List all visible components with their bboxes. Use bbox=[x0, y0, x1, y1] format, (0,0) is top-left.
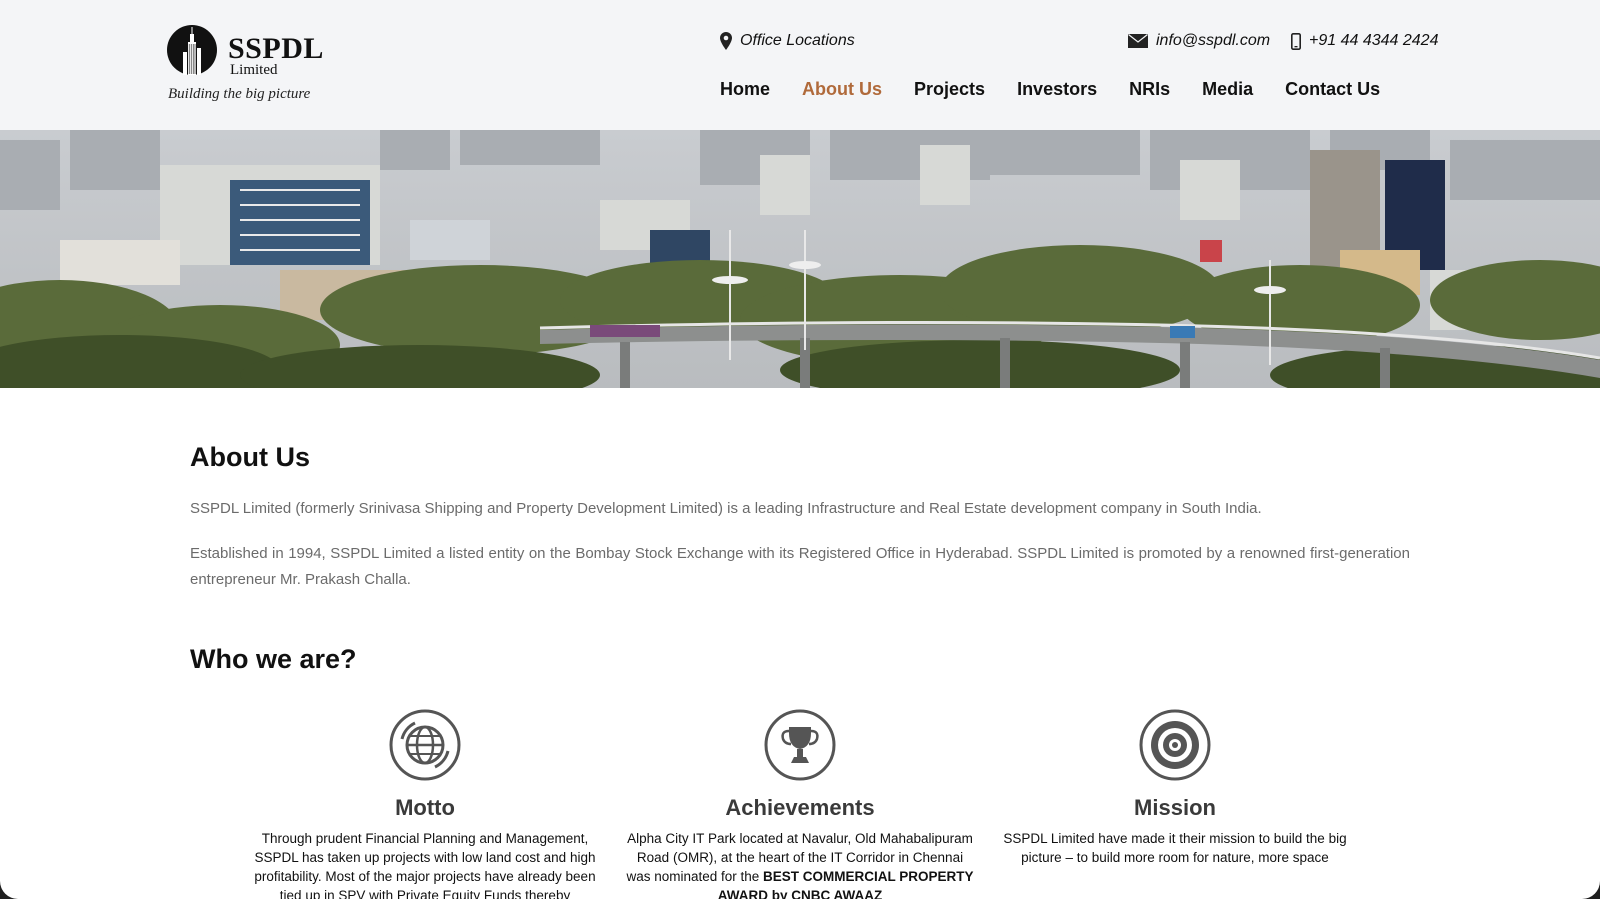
nav-projects[interactable]: Projects bbox=[914, 79, 985, 100]
about-heading: About Us bbox=[190, 442, 310, 472]
nav-about-us[interactable]: About Us bbox=[802, 79, 882, 100]
site-logo[interactable]: SSPDL Limited Building the big picture bbox=[166, 24, 326, 106]
envelope-icon bbox=[1128, 34, 1148, 48]
logo-sub: Limited bbox=[230, 62, 278, 78]
globe-icon bbox=[389, 709, 461, 781]
office-locations-label: Office Locations bbox=[740, 32, 855, 49]
who-we-are-cards: Motto Through prudent Financial Planning… bbox=[240, 706, 1360, 899]
nav-home[interactable]: Home bbox=[720, 79, 770, 100]
nav-contact-us[interactable]: Contact Us bbox=[1285, 79, 1380, 100]
motto-text: Through prudent Financial Planning and M… bbox=[254, 831, 596, 899]
email-label: info@sspdl.com bbox=[1156, 32, 1271, 49]
logo-tagline: Building the big picture bbox=[168, 86, 311, 102]
site-header: SSPDL Limited Building the big picture O… bbox=[0, 0, 1600, 130]
nav-nris[interactable]: NRIs bbox=[1129, 79, 1170, 100]
logo-tower-icon bbox=[167, 25, 217, 75]
map-pin-icon bbox=[720, 32, 732, 50]
nav-investors[interactable]: Investors bbox=[1017, 79, 1097, 100]
cityscape-illustration bbox=[0, 130, 1600, 388]
hero-banner-image bbox=[0, 130, 1600, 388]
who-we-are-heading: Who we are? bbox=[190, 644, 357, 674]
achievements-text: Alpha City IT Park located at Navalur, O… bbox=[625, 829, 975, 899]
main-nav: Home About Us Projects Investors NRIs Me… bbox=[720, 76, 1380, 102]
mobile-phone-icon bbox=[1291, 32, 1301, 50]
phone-label: +91 44 4344 2424 bbox=[1309, 32, 1439, 49]
achievements-title: Achievements bbox=[725, 795, 875, 820]
motto-card: Motto Through prudent Financial Planning… bbox=[240, 706, 610, 899]
about-paragraph-1: SSPDL Limited (formerly Srinivasa Shippi… bbox=[190, 500, 1262, 517]
nav-media[interactable]: Media bbox=[1202, 79, 1253, 100]
phone-link[interactable]: +91 44 4344 2424 bbox=[1291, 31, 1438, 51]
logo-name: SSPDL bbox=[228, 32, 324, 65]
trophy-icon bbox=[764, 709, 836, 781]
office-locations-link[interactable]: Office Locations bbox=[720, 31, 855, 51]
mission-card: Mission SSPDL Limited have made it their… bbox=[990, 706, 1360, 867]
motto-title: Motto bbox=[395, 795, 455, 820]
target-icon bbox=[1139, 709, 1211, 781]
mission-text: SSPDL Limited have made it their mission… bbox=[1003, 831, 1347, 865]
mission-title: Mission bbox=[1134, 795, 1216, 820]
email-link[interactable]: info@sspdl.com bbox=[1128, 31, 1270, 51]
achievements-card: Achievements Alpha City IT Park located … bbox=[615, 706, 985, 899]
about-paragraph-2: Established in 1994, SSPDL Limited a lis… bbox=[190, 545, 1410, 588]
browser-page: SSPDL Limited Building the big picture O… bbox=[0, 0, 1600, 899]
